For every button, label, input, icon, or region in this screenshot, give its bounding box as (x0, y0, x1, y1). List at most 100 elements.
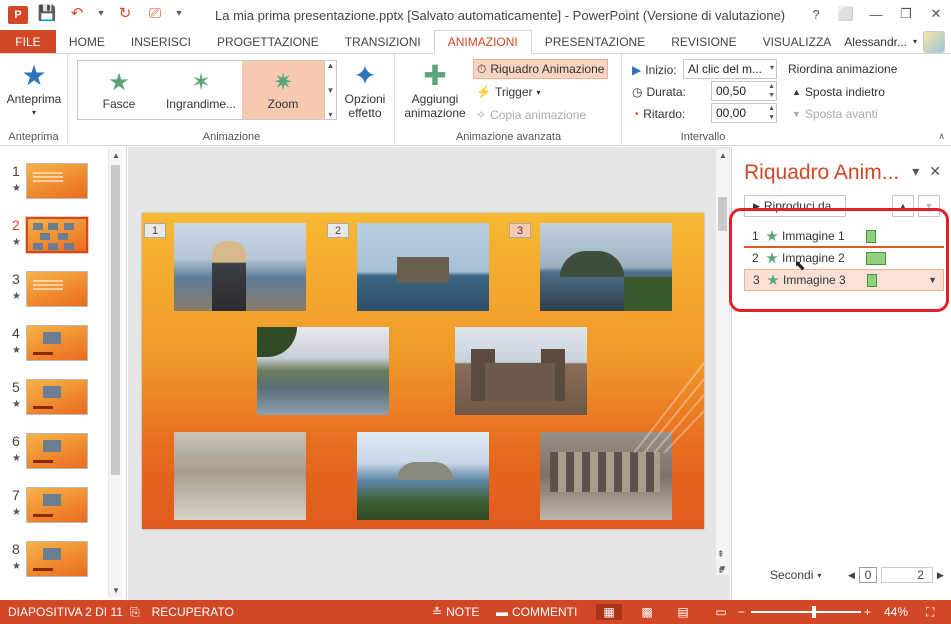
redo-icon[interactable]: ↻ (114, 4, 136, 22)
comments-button[interactable]: ▬ COMMENTI (496, 605, 577, 619)
scroll-down-icon[interactable]: ▼ (327, 86, 335, 95)
timeline-prev-icon[interactable]: ◀ (848, 570, 855, 581)
slide-thumbnail (26, 379, 88, 415)
animation-tag-2[interactable]: 2 (327, 223, 349, 238)
move-earlier-label: Sposta indietro (804, 85, 885, 99)
duration-input[interactable]: 00,50 ▲ ▼ (711, 81, 777, 101)
slide-number: 1 (12, 163, 20, 179)
ribbon-display-icon[interactable]: ⬜ (831, 2, 861, 26)
move-later-button[interactable]: ▼ Sposta avanti (789, 104, 881, 124)
gallery-label: Zoom (267, 97, 299, 111)
thumbnail-slide-7[interactable]: 7 ★ (8, 487, 108, 537)
editor-scrollbar[interactable]: ▲ ▼ (715, 149, 729, 575)
spinner-icon[interactable]: ▲ ▼ (768, 82, 775, 100)
thumbnail-slide-2[interactable]: 2 ★ (8, 217, 108, 267)
slide-number: 8 (12, 541, 20, 557)
notes-button[interactable]: ≛ NOTE (432, 605, 479, 619)
previous-slide-icon[interactable]: ⇞ (717, 549, 725, 560)
slide-canvas[interactable]: 1 2 3 (142, 213, 704, 529)
undo-icon[interactable]: ↶ (66, 4, 88, 22)
photo-island-view[interactable] (357, 432, 489, 520)
thumbnail-slide-1[interactable]: 1 ★ (8, 163, 108, 213)
gallery-scroll[interactable]: ▲ ▼ ▾ (324, 61, 336, 119)
preview-button[interactable]: ★ Anteprima ▾ (6, 60, 62, 120)
tab-file[interactable]: FILE (0, 30, 56, 53)
tab-home[interactable]: HOME (56, 30, 118, 53)
close-icon[interactable]: ✕ (929, 163, 941, 180)
scroll-down-icon[interactable]: ▼ (109, 586, 123, 595)
photo-island-nisida[interactable] (540, 223, 672, 311)
more-icon[interactable]: ▾ (328, 110, 332, 119)
tab-presentazione[interactable]: PRESENTAZIONE (532, 30, 658, 53)
zoom-slider-knob[interactable] (812, 606, 816, 618)
triangle-up-icon: ▲ (792, 87, 801, 97)
tab-inserisci[interactable]: INSERISCI (118, 30, 204, 53)
scroll-up-icon[interactable]: ▲ (716, 151, 730, 160)
present-icon[interactable]: ⎚ (144, 5, 166, 22)
add-animation-button[interactable]: ✚ Aggiungi animazione (400, 60, 470, 120)
start-dropdown[interactable]: Al clic del m... ▾ (683, 59, 777, 79)
tab-progettazione[interactable]: PROGETTAZIONE (204, 30, 332, 53)
photo-castel-ovo[interactable] (357, 223, 489, 311)
minimize-icon[interactable]: — (861, 2, 891, 26)
scroll-thumb[interactable] (718, 197, 727, 231)
undo-dropdown-icon[interactable]: ▾ (96, 8, 106, 19)
quick-access-toolbar: 💾 ↶ ▾ ↻ ⎚ ▾ (36, 4, 184, 23)
thumbnail-slide-8[interactable]: 8 ★ (8, 541, 108, 591)
tab-animazioni[interactable]: ANIMAZIONI (433, 30, 532, 54)
scroll-thumb[interactable] (111, 165, 120, 475)
close-icon[interactable]: ✕ (921, 2, 951, 26)
zoom-out-icon[interactable]: − (738, 605, 745, 619)
restore-icon[interactable]: ❐ (891, 2, 921, 26)
seconds-dropdown[interactable]: Secondi ▾ (770, 568, 821, 582)
group-intervallo: ▶ Inizio: Al clic del m... ▾ ◷ Durata: 0… (623, 54, 951, 146)
slide-sorter-icon[interactable]: ▩ (634, 604, 660, 620)
zoom-slider[interactable] (751, 611, 861, 613)
customize-icon[interactable]: ▾ (174, 8, 184, 19)
animation-pane-button[interactable]: ⏱ Riquadro Animazione (473, 59, 609, 79)
thumbnail-slide-3[interactable]: 3 ★ (8, 271, 108, 321)
timeline-next-icon[interactable]: ▶ (937, 570, 944, 581)
thumbnail-slide-4[interactable]: 4 ★ (8, 325, 108, 375)
animation-tag-3[interactable]: 3 (509, 223, 531, 238)
gallery-item-zoom[interactable]: ✷ Zoom (242, 61, 324, 119)
spinner-icon[interactable]: ▲ ▼ (768, 104, 775, 122)
fit-to-window-icon[interactable]: ⛶ (926, 605, 934, 620)
delay-input[interactable]: 00,00 ▲ ▼ (711, 103, 777, 123)
photo-quarry[interactable] (174, 432, 306, 520)
animation-painter-button[interactable]: ✧ Copia animazione (473, 105, 589, 125)
move-earlier-button[interactable]: ▲ Sposta indietro (789, 82, 888, 102)
gallery-item-fasce[interactable]: ★ Fasce (78, 61, 160, 119)
tab-visualizza[interactable]: VISUALIZZA (750, 30, 845, 53)
zoom-in-icon[interactable]: + (864, 605, 871, 619)
scroll-up-icon[interactable]: ▲ (109, 151, 123, 160)
collapse-ribbon-icon[interactable]: ∧ (938, 131, 945, 142)
effect-options-button[interactable]: ✦ Opzioni effetto (339, 60, 391, 120)
slide-number: 7 (12, 487, 20, 503)
user-account[interactable]: Alessandr... ▾ (844, 30, 951, 53)
normal-view-icon[interactable]: ▦ (596, 604, 622, 620)
avatar (923, 30, 945, 53)
zoom-level[interactable]: 44% (884, 605, 908, 619)
animation-tag-1[interactable]: 1 (144, 223, 166, 238)
help-icon[interactable]: ? (801, 2, 831, 26)
photo-coast-sorrento[interactable] (257, 327, 389, 415)
reading-view-icon[interactable]: ▤ (670, 604, 696, 620)
scroll-up-icon[interactable]: ▲ (327, 61, 335, 70)
tab-transizioni[interactable]: TRANSIZIONI (332, 30, 434, 53)
gallery-item-ingrandimento[interactable]: ✶ Ingrandime... (160, 61, 242, 119)
thumbnails-scrollbar[interactable]: ▲ ▼ (108, 149, 122, 597)
photo-maschio-angioino[interactable] (455, 327, 587, 415)
duration-label-text: Durata: (646, 85, 686, 99)
thumbnail-slide-5[interactable]: 5 ★ (8, 379, 108, 429)
next-slide-icon[interactable]: ⇟ (717, 565, 725, 576)
slide-editor: 1 2 3 ▲ ▼ ⇞ ⇟ (128, 147, 730, 600)
slide-thumbnail (26, 325, 88, 361)
photo-man-seaside[interactable] (174, 223, 306, 311)
slideshow-icon[interactable]: ▭ (708, 604, 734, 620)
thumbnail-slide-6[interactable]: 6 ★ (8, 433, 108, 483)
save-icon[interactable]: 💾 (36, 4, 58, 22)
pane-options-icon[interactable]: ▾ (912, 163, 919, 180)
trigger-button[interactable]: ⚡ Trigger ▾ (473, 82, 544, 102)
tab-revisione[interactable]: REVISIONE (658, 30, 749, 53)
